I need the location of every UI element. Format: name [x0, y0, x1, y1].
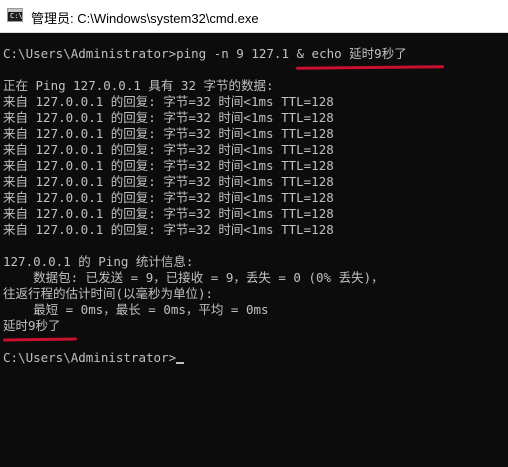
ping-reply-line: 来自 127.0.0.1 的回复: 字节=32 时间<1ms TTL=128 [3, 126, 334, 141]
ping-reply-line: 来自 127.0.0.1 的回复: 字节=32 时间<1ms TTL=128 [3, 158, 334, 173]
text-cursor [176, 362, 185, 364]
ping-reply-line: 来自 127.0.0.1 的回复: 字节=32 时间<1ms TTL=128 [3, 174, 334, 189]
ping-reply-line: 来自 127.0.0.1 的回复: 字节=32 时间<1ms TTL=128 [3, 222, 334, 237]
ping-reply-line: 来自 127.0.0.1 的回复: 字节=32 时间<1ms TTL=128 [3, 110, 334, 125]
cmd-icon[interactable]: C:\ [7, 8, 23, 22]
ping-reply-line: 来自 127.0.0.1 的回复: 字节=32 时间<1ms TTL=128 [3, 94, 334, 109]
rtt-header-line: 往返行程的估计时间(以毫秒为单位): [3, 286, 214, 301]
rtt-stats-line: 最短 = 0ms，最长 = 0ms，平均 = 0ms [3, 302, 269, 317]
ping-header-line: 正在 Ping 127.0.0.1 具有 32 字节的数据: [3, 78, 274, 93]
window-title: 管理员: C:\Windows\system32\cmd.exe [31, 11, 259, 26]
ping-reply-line: 来自 127.0.0.1 的回复: 字节=32 时间<1ms TTL=128 [3, 190, 334, 205]
console-area[interactable]: C:\Users\Administrator>ping -n 9 127.1 &… [0, 33, 508, 467]
console-output: C:\Users\Administrator>ping -n 9 127.1 &… [3, 46, 407, 366]
stats-header-line: 127.0.0.1 的 Ping 统计信息: [3, 254, 194, 269]
ping-reply-line: 来自 127.0.0.1 的回复: 字节=32 时间<1ms TTL=128 [3, 206, 334, 221]
ping-reply-line: 来自 127.0.0.1 的回复: 字节=32 时间<1ms TTL=128 [3, 142, 334, 157]
prompt-text: C:\Users\Administrator> [3, 350, 177, 365]
echo-output-line: 延时9秒了 [3, 318, 61, 333]
command-line: C:\Users\Administrator>ping -n 9 127.1 &… [3, 46, 407, 61]
prompt-line[interactable]: C:\Users\Administrator> [3, 350, 407, 366]
packets-stats-line: 数据包: 已发送 = 9，已接收 = 9，丢失 = 0 (0% 丢失)， [3, 270, 384, 285]
cmd-icon-prompt: C:\ [10, 12, 23, 20]
title-bar[interactable]: C:\ 管理员: C:\Windows\system32\cmd.exe [0, 0, 508, 33]
